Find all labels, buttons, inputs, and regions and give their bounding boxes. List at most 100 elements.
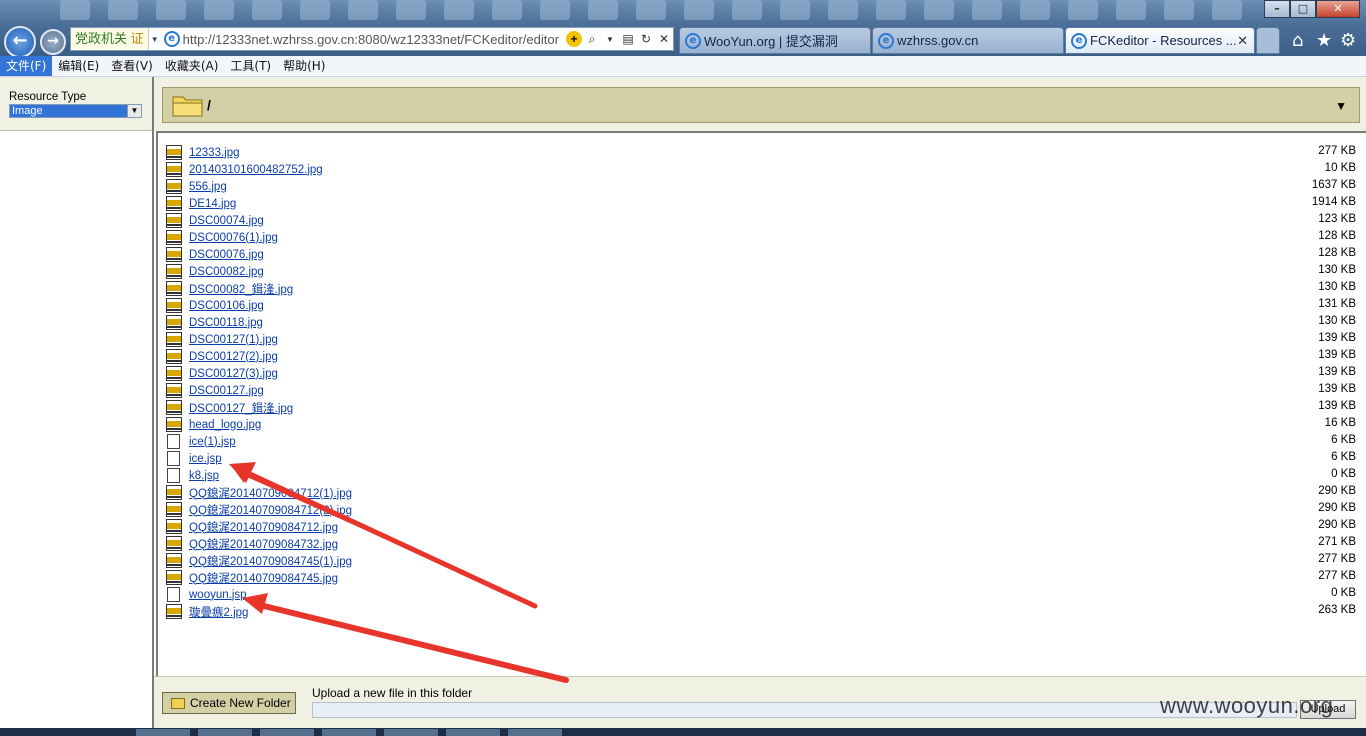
menu-edit[interactable]: 编辑(E): [52, 56, 105, 76]
address-bar[interactable]: 党政机关 证 ▼ e http://12333net.wzhrss.gov.cn…: [70, 27, 674, 51]
menu-favorites[interactable]: 收藏夹(A): [159, 56, 225, 76]
file-link[interactable]: QQ鎴浘20140709084745.jpg: [189, 570, 338, 586]
file-link[interactable]: DE14.jpg: [189, 198, 236, 210]
open-folder-icon: [172, 96, 203, 117]
tab-fckeditor[interactable]: e FCKeditor - Resources ... ✕: [1065, 27, 1255, 54]
file-link[interactable]: QQ鎴浘20140709084712(1).jpg: [189, 485, 352, 501]
gear-icon[interactable]: ⚙: [1340, 30, 1356, 51]
file-link[interactable]: DSC00118.jpg: [189, 317, 263, 329]
create-new-folder-button[interactable]: Create New Folder: [162, 692, 296, 714]
file-row: ice.jsp 6 KB: [166, 450, 1358, 467]
maximize-button[interactable]: □: [1290, 0, 1316, 18]
menu-help[interactable]: 帮助(H): [277, 56, 331, 76]
menu-file[interactable]: 文件(F): [0, 56, 53, 76]
file-size: 6 KB: [1331, 434, 1356, 446]
file-size: 130 KB: [1318, 281, 1356, 293]
path-box: / ▼: [162, 87, 1360, 123]
file-link[interactable]: QQ鎴浘20140709084745(1).jpg: [189, 553, 352, 569]
menu-tools[interactable]: 工具(T): [224, 56, 277, 76]
file-icon: [167, 587, 180, 602]
jpg-file-icon: [166, 179, 182, 194]
file-link[interactable]: DSC00076(1).jpg: [189, 232, 278, 244]
file-link[interactable]: ice.jsp: [189, 453, 222, 465]
url-text[interactable]: http://12333net.wzhrss.gov.cn:8080/wz123…: [183, 32, 565, 47]
tab-label: wzhrss.gov.cn: [897, 33, 979, 48]
minimize-button[interactable]: –: [1264, 0, 1290, 18]
file-link[interactable]: DSC00127.jpg: [189, 385, 264, 397]
new-tab-button[interactable]: [1256, 27, 1280, 54]
file-row: QQ鎴浘20140709084712.jpg 290 KB: [166, 518, 1358, 535]
close-window-button[interactable]: ✕: [1316, 0, 1360, 18]
file-link[interactable]: k8.jsp: [189, 470, 219, 482]
file-row: DSC00127(3).jpg 139 KB: [166, 365, 1358, 382]
file-link[interactable]: 璇曡瘯2.jpg: [189, 604, 248, 620]
menu-bar: 文件(F) 编辑(E) 查看(V) 收藏夹(A) 工具(T) 帮助(H): [0, 56, 1366, 77]
jpg-file-icon: [166, 383, 182, 398]
file-row: DSC00082.jpg 130 KB: [166, 263, 1358, 280]
upload-file-input[interactable]: [312, 702, 1297, 718]
tab-wzhrss[interactable]: e wzhrss.gov.cn: [872, 27, 1064, 54]
file-link[interactable]: DSC00076.jpg: [189, 249, 264, 261]
jpg-file-icon: [166, 281, 182, 296]
file-link[interactable]: DSC00074.jpg: [189, 215, 264, 227]
file-link[interactable]: QQ鎴浘20140709084712(2).jpg: [189, 502, 352, 518]
stop-icon[interactable]: ✕: [655, 32, 673, 46]
home-icon[interactable]: ⌂: [1292, 30, 1303, 51]
background-window-strip: [0, 0, 1250, 24]
file-link[interactable]: ice(1).jsp: [189, 436, 236, 448]
chevron-down-icon[interactable]: ▼: [149, 35, 161, 44]
file-link[interactable]: QQ鎴浘20140709084732.jpg: [189, 536, 338, 552]
search-icon[interactable]: ⌕: [583, 32, 601, 47]
file-link[interactable]: QQ鎴浘20140709084712.jpg: [189, 519, 338, 535]
file-link[interactable]: 556.jpg: [189, 181, 227, 193]
create-folder-label: Create New Folder: [190, 696, 291, 710]
file-icon: [167, 468, 180, 483]
file-link[interactable]: DSC00127(3).jpg: [189, 368, 278, 380]
chevron-down-icon[interactable]: ▼: [127, 105, 141, 117]
jpg-file-icon: [166, 536, 182, 551]
file-row: 201403101600482752.jpg 10 KB: [166, 161, 1358, 178]
compatibility-view-icon[interactable]: +: [566, 31, 582, 47]
file-link[interactable]: DSC00082_鍓湰.jpg: [189, 281, 293, 297]
file-link[interactable]: DSC00127(1).jpg: [189, 334, 278, 346]
certificate-badge: 证: [130, 31, 144, 46]
file-link[interactable]: DSC00127(2).jpg: [189, 351, 278, 363]
file-link[interactable]: DSC00127_鍓湰.jpg: [189, 400, 293, 416]
resource-type-select[interactable]: Image ▼: [9, 104, 142, 118]
back-button[interactable]: ←: [4, 26, 36, 58]
file-size: 131 KB: [1318, 298, 1356, 310]
file-size: 139 KB: [1318, 383, 1356, 395]
file-row: DSC00106.jpg 131 KB: [166, 297, 1358, 314]
file-link[interactable]: DSC00106.jpg: [189, 300, 264, 312]
file-row: 12333.jpg 277 KB: [166, 144, 1358, 161]
forward-button[interactable]: →: [40, 29, 66, 55]
chevron-down-icon[interactable]: ▼: [1335, 99, 1347, 113]
file-icon: [167, 451, 180, 466]
file-icon: [167, 434, 180, 449]
file-link[interactable]: head_logo.jpg: [189, 419, 261, 431]
refresh-icon[interactable]: ↻: [637, 32, 655, 46]
file-link[interactable]: DSC00082.jpg: [189, 266, 264, 278]
chevron-down-icon[interactable]: ▼: [601, 35, 619, 44]
upload-label: Upload a new file in this folder: [312, 686, 473, 700]
file-size: 277 KB: [1318, 553, 1356, 565]
security-zone-label[interactable]: 党政机关 证: [71, 28, 149, 50]
file-row: QQ鎴浘20140709084745.jpg 277 KB: [166, 569, 1358, 586]
close-tab-icon[interactable]: ✕: [1237, 33, 1248, 49]
jpg-file-icon: [166, 366, 182, 381]
jpg-file-icon: [166, 417, 182, 432]
file-link[interactable]: 201403101600482752.jpg: [189, 164, 323, 176]
jpg-file-icon: [166, 264, 182, 279]
navigation-bar: ← → 党政机关 证 ▼ e http://12333net.wzhrss.go…: [0, 24, 1366, 58]
zone-text: 党政机关: [75, 31, 128, 46]
compat-doc-icon[interactable]: ▤: [619, 32, 637, 46]
file-row: wooyun.jsp 0 KB: [166, 586, 1358, 603]
tab-wooyun[interactable]: e WooYun.org | 提交漏洞: [679, 27, 871, 54]
menu-view[interactable]: 查看(V): [105, 56, 159, 76]
file-row: DSC00127.jpg 139 KB: [166, 382, 1358, 399]
folder-path-bar: / ▼: [154, 77, 1366, 131]
file-link[interactable]: wooyun.jsp: [189, 589, 247, 601]
file-size: 128 KB: [1318, 247, 1356, 259]
favorites-star-icon[interactable]: ★: [1316, 30, 1332, 51]
file-link[interactable]: 12333.jpg: [189, 147, 240, 159]
